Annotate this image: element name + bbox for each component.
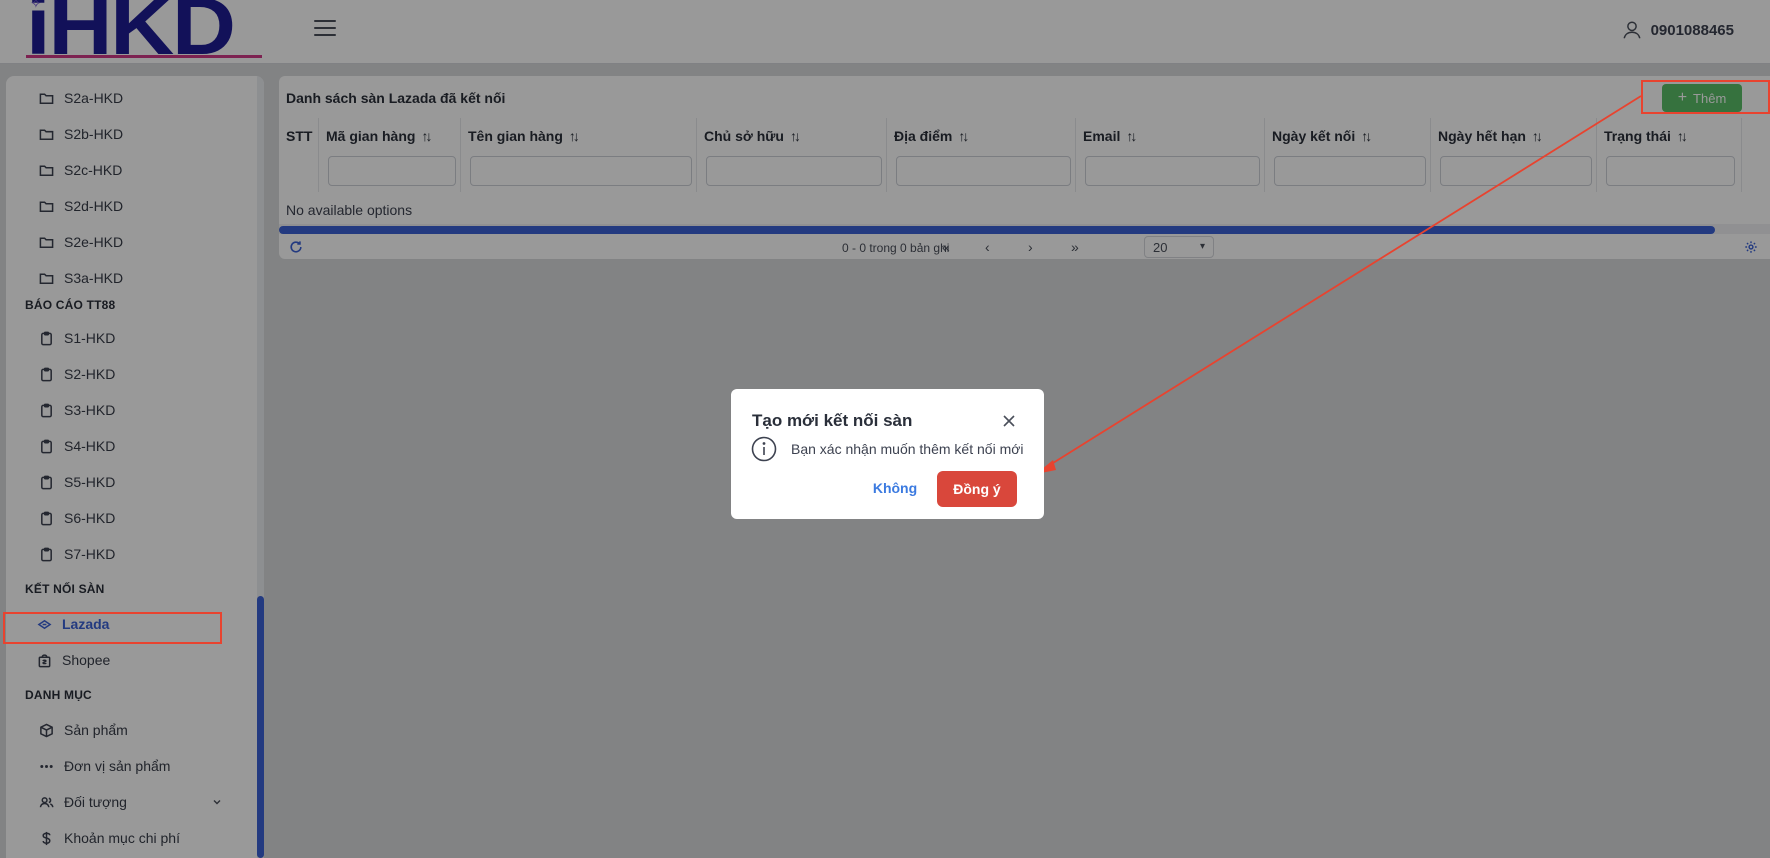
cancel-button[interactable]: Không	[865, 473, 925, 503]
info-icon	[751, 436, 777, 462]
dialog-title: Tạo mới kết nối sàn	[752, 411, 913, 430]
confirm-button[interactable]: Đồng ý	[937, 471, 1017, 507]
close-icon[interactable]	[1002, 414, 1016, 428]
annotation-highlight-lazada	[3, 612, 222, 644]
create-connection-dialog: Tạo mới kết nối sàn Bạn xác nhận muốn th…	[731, 389, 1044, 519]
annotation-highlight-add-button	[1641, 80, 1770, 114]
dialog-message: Bạn xác nhận muốn thêm kết nối mới	[791, 441, 1024, 457]
